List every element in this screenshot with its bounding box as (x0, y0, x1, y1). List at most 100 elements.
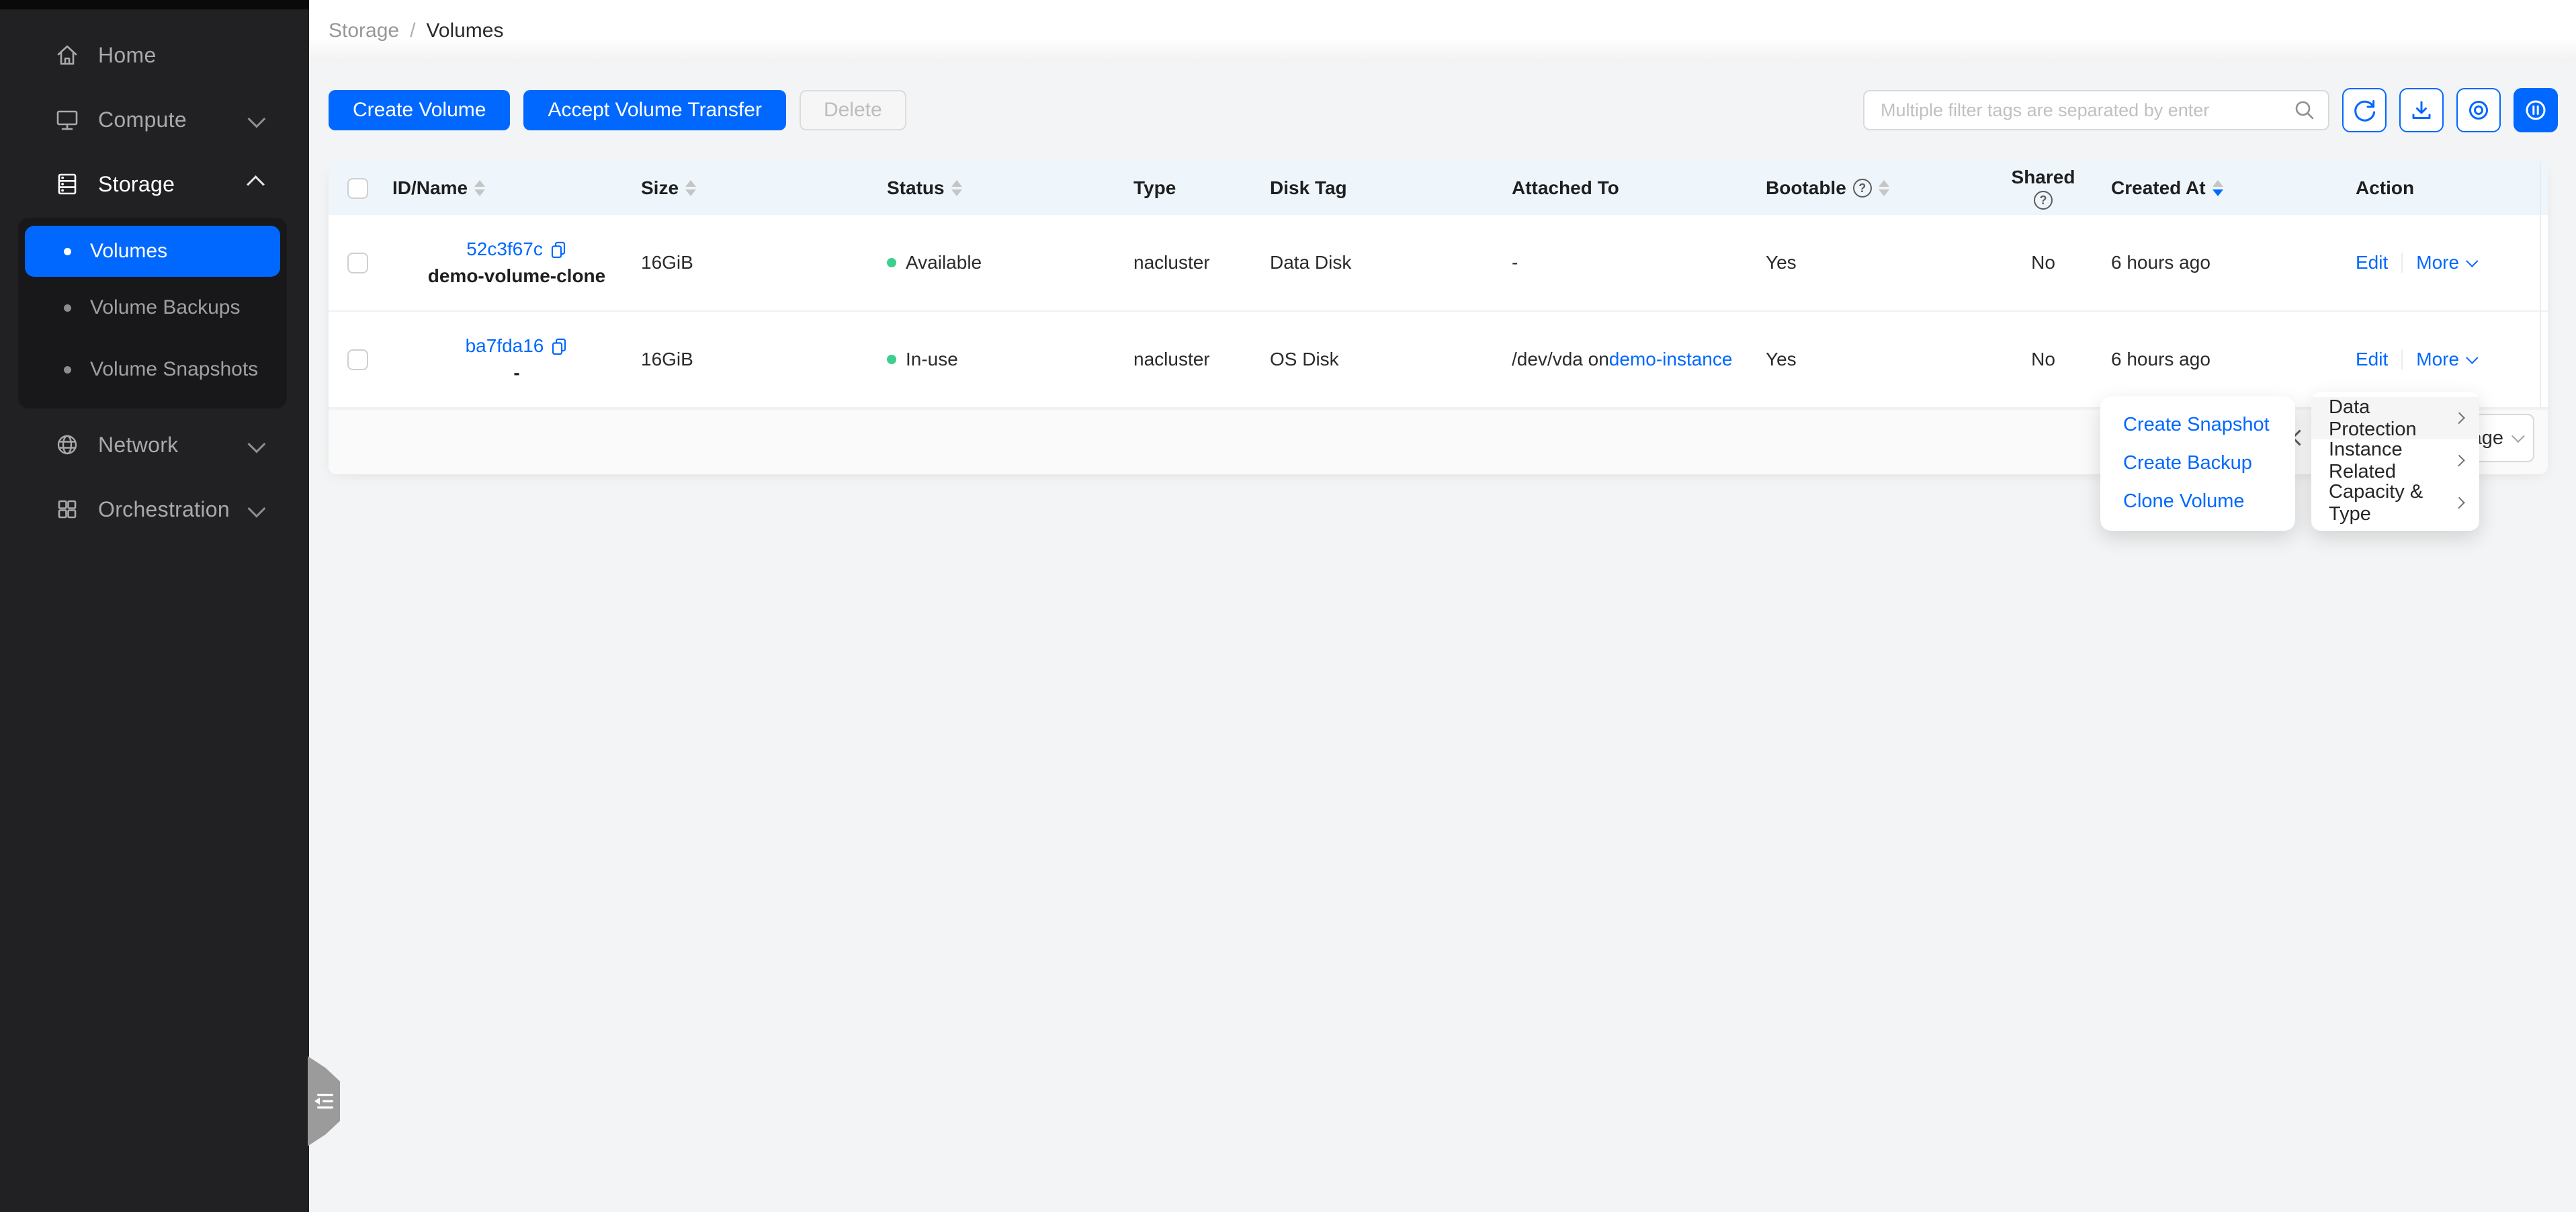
filter-input[interactable] (1879, 99, 2293, 122)
col-header-size: Size (641, 177, 679, 199)
chevron-down-icon (247, 499, 265, 517)
sidebar-item-label: Compute (98, 107, 187, 132)
edit-link[interactable]: Edit (2356, 252, 2388, 273)
edit-link[interactable]: Edit (2356, 349, 2388, 370)
submenu-item-data-protection[interactable]: Data Protection (2311, 397, 2479, 439)
chevron-down-icon (2466, 351, 2478, 363)
concentric-circles-icon (2465, 97, 2492, 124)
chevron-down-icon (247, 110, 265, 128)
table-right-divider (2540, 161, 2541, 407)
col-header-created-at: Created At (2111, 177, 2206, 199)
row-checkbox[interactable] (347, 253, 368, 273)
select-all-checkbox[interactable] (347, 178, 368, 199)
col-header-attached-to: Attached To (1512, 177, 1619, 199)
menu-item-create-snapshot[interactable]: Create Snapshot (2100, 406, 2295, 444)
cell-attached-to: - (1512, 215, 1766, 310)
breadcrumb-storage-link[interactable]: Storage (329, 19, 399, 42)
sort-control[interactable] (474, 180, 485, 196)
storage-rack-icon (54, 171, 81, 198)
sort-control-active[interactable] (2213, 180, 2223, 196)
sidebar-nav: Home Compute Storage (0, 9, 309, 542)
more-link[interactable]: More (2416, 252, 2459, 273)
menu-item-clone-volume[interactable]: Clone Volume (2100, 482, 2295, 521)
sidebar-item-storage[interactable]: Storage (0, 152, 309, 216)
copy-icon[interactable] (550, 337, 568, 355)
create-volume-button[interactable]: Create Volume (329, 90, 510, 130)
custom-columns-button[interactable] (2456, 88, 2501, 132)
more-link[interactable]: More (2416, 349, 2459, 370)
pause-circle-icon (2522, 97, 2549, 124)
sidebar-item-volume-backups[interactable]: Volume Backups (18, 277, 287, 339)
chevron-down-icon (2466, 255, 2478, 267)
sort-control[interactable] (1879, 180, 1889, 196)
refresh-button[interactable] (2342, 88, 2387, 132)
cell-bootable: Yes (1766, 215, 1975, 310)
volume-id-link[interactable]: 52c3f67c (466, 239, 543, 260)
sort-control[interactable] (685, 180, 696, 196)
menu-item-create-backup[interactable]: Create Backup (2100, 444, 2295, 482)
search-icon (2293, 99, 2316, 122)
attached-device-text: /dev/vda on (1512, 349, 1609, 370)
filter-input-box (1863, 90, 2329, 130)
col-header-disk-tag: Disk Tag (1270, 177, 1347, 199)
sidebar-item-label: Volume Snapshots (90, 358, 258, 381)
action-divider (2401, 253, 2403, 273)
chevron-down-icon (247, 435, 265, 453)
breadcrumb-separator: / (410, 19, 415, 42)
toolbar-right-group (1863, 88, 2558, 132)
toolbar: Create Volume Accept Volume Transfer Del… (329, 88, 2558, 132)
col-header-id-name: ID/Name (392, 177, 468, 199)
volume-name: demo-volume-clone (428, 265, 605, 287)
col-header-status: Status (887, 177, 945, 199)
main-content: Storage / Volumes Create Volume Accept V… (309, 0, 2576, 1212)
action-divider (2401, 349, 2403, 370)
globe-icon (54, 431, 81, 458)
status-text: Available (906, 252, 982, 273)
sidebar-item-network[interactable]: Network (0, 413, 309, 477)
sidebar-item-label: Volumes (90, 240, 167, 263)
volume-id-link[interactable]: ba7fda16 (466, 335, 544, 357)
cell-created-at: 6 hours ago (2111, 215, 2356, 310)
bullet-dot-icon (64, 248, 71, 255)
menu-fold-icon (312, 1089, 336, 1113)
status-dot-icon (887, 355, 896, 364)
sort-control[interactable] (951, 180, 962, 196)
cell-shared: No (1975, 215, 2111, 310)
row-checkbox[interactable] (347, 349, 368, 370)
download-icon (2408, 97, 2435, 124)
submenu-item-capacity-type[interactable]: Capacity & Type (2311, 482, 2479, 524)
sidebar-item-volume-snapshots[interactable]: Volume Snapshots (18, 339, 287, 400)
storage-submenu: Volumes Volume Backups Volume Snapshots (18, 218, 287, 408)
sidebar-item-home[interactable]: Home (0, 23, 309, 87)
cell-type: nacluster (1133, 312, 1270, 407)
copy-icon[interactable] (550, 241, 567, 258)
bullet-dot-icon (64, 366, 71, 374)
delete-button[interactable]: Delete (800, 90, 906, 130)
status-text: In-use (906, 349, 958, 370)
sidebar-item-orchestration[interactable]: Orchestration (0, 477, 309, 542)
help-icon[interactable]: ? (1853, 179, 1872, 198)
monitor-icon (54, 106, 81, 133)
download-button[interactable] (2399, 88, 2444, 132)
sidebar-item-compute[interactable]: Compute (0, 87, 309, 152)
help-icon[interactable]: ? (2034, 191, 2053, 210)
submenu-item-instance-related[interactable]: Instance Related (2311, 439, 2479, 482)
table-header-row: ID/Name Size Status Type Disk Tag Attach… (329, 161, 2548, 215)
more-actions-dropdown: Create Snapshot Create Backup Clone Volu… (2100, 396, 2295, 531)
page-header (309, 0, 2576, 62)
cell-bootable: Yes (1766, 312, 1975, 407)
attached-instance-link[interactable]: demo-instance (1609, 349, 1733, 370)
sidebar-item-label: Orchestration (98, 497, 230, 522)
auto-refresh-pause-button[interactable] (2514, 88, 2558, 132)
table-row: ba7fda16 - 16GiB In-use nacluster OS Dis… (329, 312, 2548, 408)
bullet-dot-icon (64, 304, 71, 312)
sidebar-item-volumes[interactable]: Volumes (25, 226, 280, 277)
accept-volume-transfer-button[interactable]: Accept Volume Transfer (523, 90, 786, 130)
sidebar-item-label: Volume Backups (90, 296, 240, 319)
col-header-action: Action (2356, 177, 2414, 199)
cell-disk-tag: OS Disk (1270, 312, 1512, 407)
volume-name: - (513, 362, 519, 384)
cell-type: nacluster (1133, 215, 1270, 310)
sidebar-item-label: Home (98, 43, 157, 68)
sidebar-item-label: Network (98, 433, 178, 458)
